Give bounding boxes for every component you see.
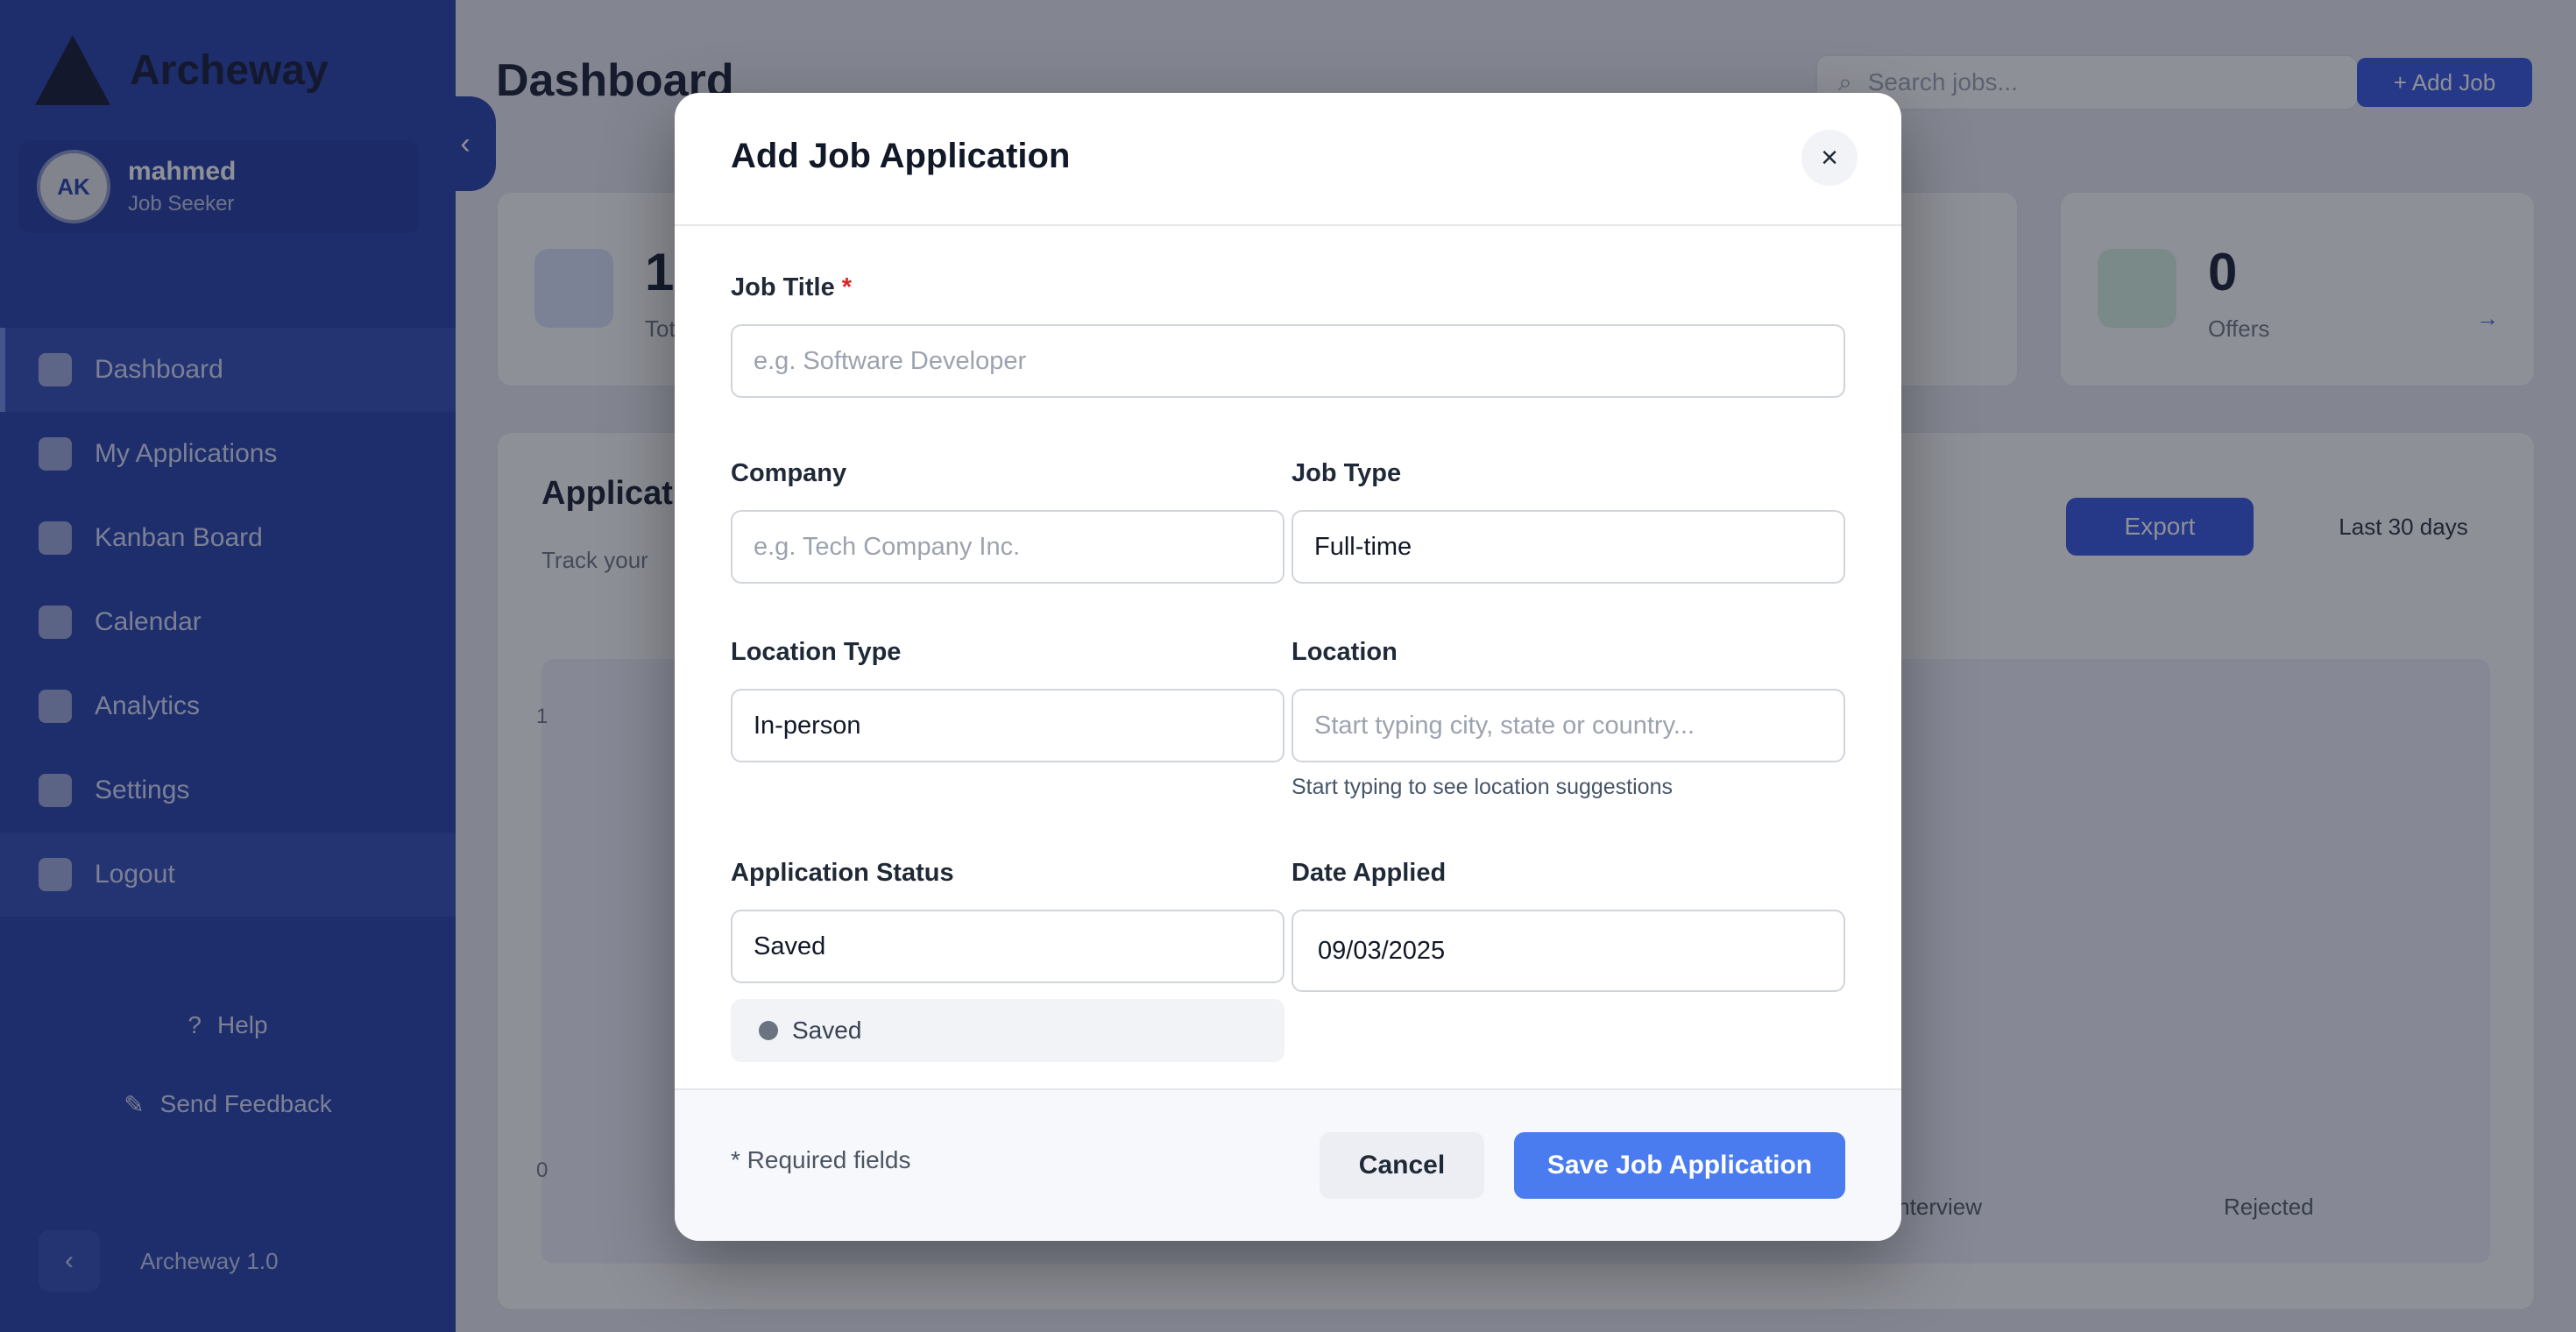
modal-title: Add Job Application: [731, 137, 1071, 175]
application-status-select[interactable]: Saved: [731, 910, 1284, 983]
application-status-value: Saved: [754, 932, 826, 960]
job-type-value: Full-time: [1314, 532, 1412, 561]
modal-header: Add Job Application ×: [675, 93, 1901, 226]
date-applied-input[interactable]: [1292, 910, 1845, 992]
company-input[interactable]: [731, 510, 1284, 584]
location-type-label: Location Type: [731, 638, 902, 666]
location-helper-text: Start typing to see location suggestions: [1292, 775, 1673, 799]
location-type-select[interactable]: In-person: [731, 689, 1284, 762]
status-badge-label: Saved: [792, 1017, 862, 1044]
required-marker: *: [841, 273, 853, 301]
required-fields-note: * Required fields: [731, 1146, 911, 1173]
job-title-label-text: Job Title: [731, 273, 835, 301]
location-type-value: In-person: [754, 711, 861, 740]
job-type-label: Job Type: [1292, 459, 1402, 487]
modal-footer: * Required fields Cancel Save Job Applic…: [675, 1088, 1901, 1241]
close-icon: ×: [1821, 140, 1838, 174]
save-job-application-button[interactable]: Save Job Application: [1514, 1132, 1845, 1199]
location-input[interactable]: [1292, 689, 1845, 762]
job-title-label: Job Title *: [731, 273, 852, 302]
status-badge: Saved: [731, 999, 1284, 1062]
cancel-button[interactable]: Cancel: [1320, 1132, 1484, 1199]
company-label: Company: [731, 459, 847, 487]
location-label: Location: [1292, 638, 1398, 666]
application-status-label: Application Status: [731, 859, 954, 887]
date-applied-label: Date Applied: [1292, 859, 1447, 887]
job-type-select[interactable]: Full-time: [1292, 510, 1845, 584]
job-title-input[interactable]: [731, 324, 1845, 398]
add-job-application-modal: Add Job Application × Job Title * Compan…: [675, 93, 1901, 1241]
status-dot-icon: [759, 1021, 778, 1040]
close-button[interactable]: ×: [1801, 130, 1858, 186]
